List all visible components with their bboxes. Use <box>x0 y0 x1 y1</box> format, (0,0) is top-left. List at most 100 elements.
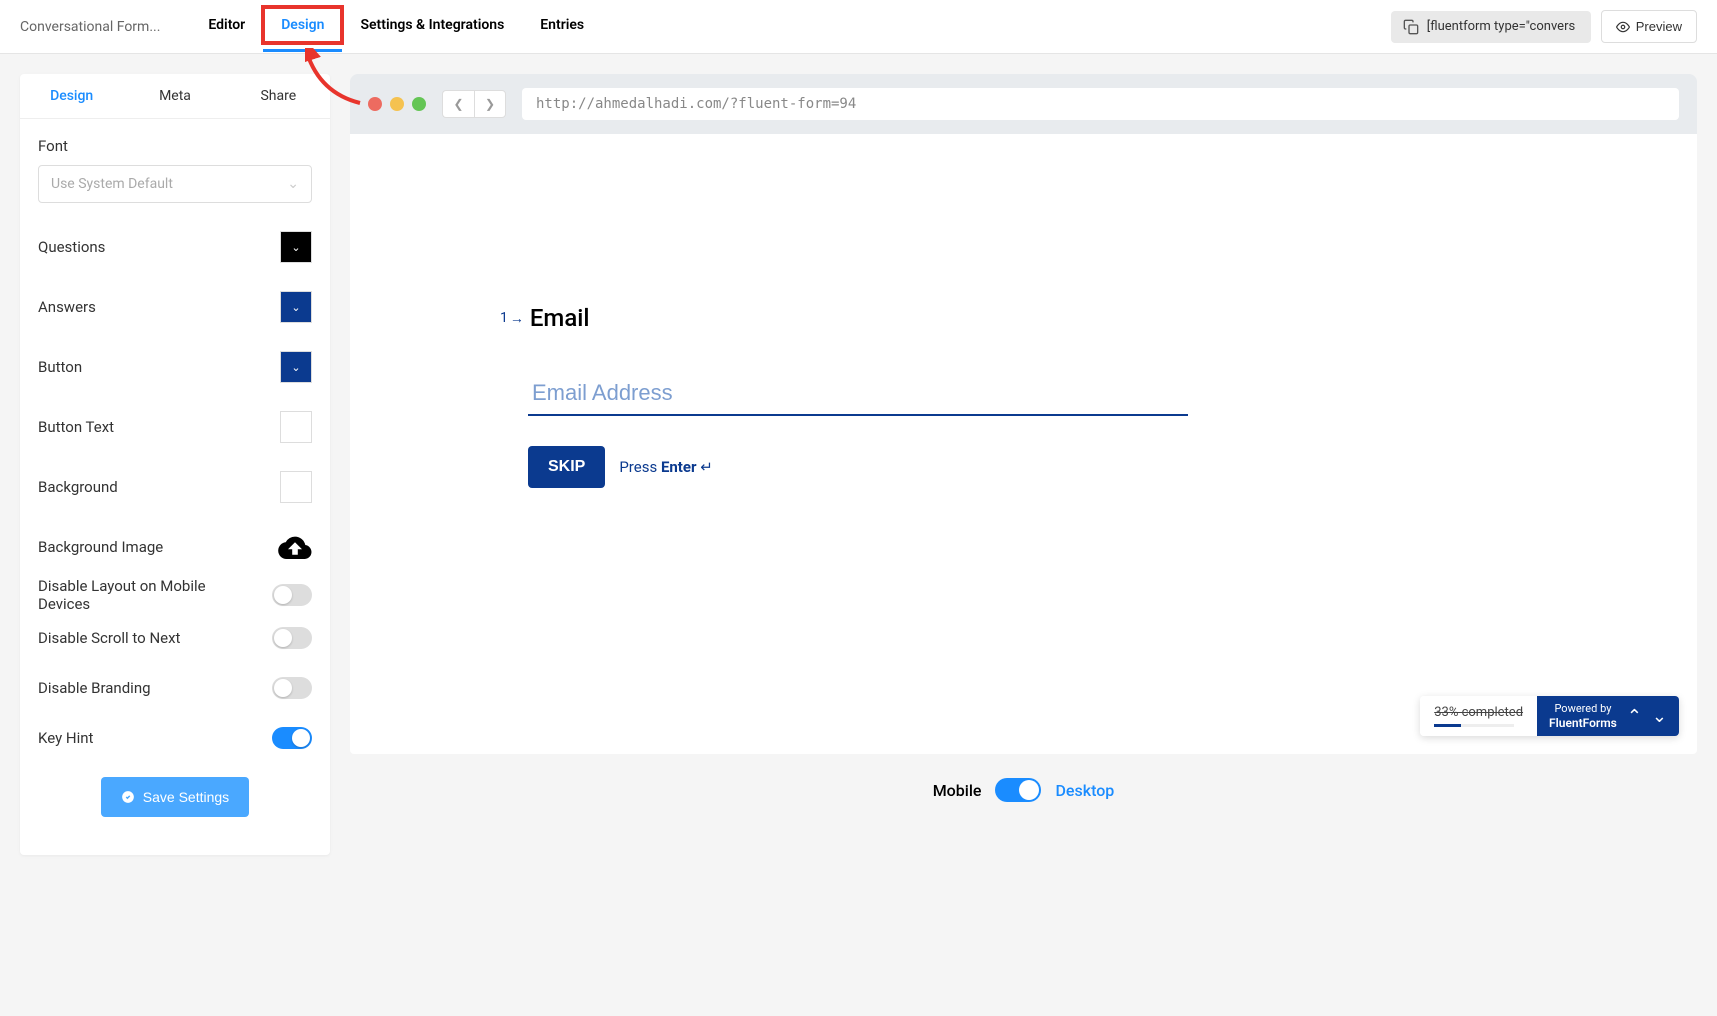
setting-button-text: Button Text <box>38 411 312 443</box>
arrow-right-icon: → <box>510 310 524 327</box>
traffic-light-green <box>412 97 426 111</box>
main-container: Design Meta Share Font Use System Defaul… <box>0 54 1717 875</box>
nav-tabs: Editor Design Settings & Integrations En… <box>190 1 1390 52</box>
save-button-label: Save Settings <box>143 789 229 805</box>
font-select-value: Use System Default <box>51 176 173 192</box>
background-image-label: Background Image <box>38 538 163 556</box>
tab-editor[interactable]: Editor <box>190 1 263 52</box>
next-question-button[interactable]: ⌄ <box>1652 706 1667 727</box>
save-settings-button[interactable]: Save Settings <box>101 777 249 817</box>
browser-chrome: ❮ ❯ http://ahmedalhadi.com/?fluent-form=… <box>350 74 1697 134</box>
question-label: Email <box>530 304 590 332</box>
progress-box: 33% completed <box>1420 696 1537 736</box>
setting-answers: Answers ⌄ <box>38 291 312 323</box>
tab-entries[interactable]: Entries <box>522 1 602 52</box>
tab-design[interactable]: Design <box>263 1 342 52</box>
top-navigation: Conversational Form... Editor Design Set… <box>0 0 1717 54</box>
copy-icon <box>1403 19 1419 35</box>
prev-question-button[interactable]: ⌃ <box>1627 706 1642 727</box>
button-label: Button <box>38 358 82 376</box>
disable-branding-toggle[interactable] <box>272 677 312 699</box>
device-switch: Mobile Desktop <box>350 754 1697 826</box>
questions-label: Questions <box>38 238 105 256</box>
setting-button: Button ⌄ <box>38 351 312 383</box>
setting-key-hint: Key Hint <box>38 727 312 749</box>
question-number: 1 <box>500 310 508 326</box>
url-bar: http://ahmedalhadi.com/?fluent-form=94 <box>522 88 1679 120</box>
enter-symbol-icon: ↵ <box>700 458 713 476</box>
disable-scroll-next-label: Disable Scroll to Next <box>38 629 180 647</box>
questions-color-swatch[interactable]: ⌄ <box>280 231 312 263</box>
preview-footer: 33% completed Powered by FluentForms ⌃ ⌄ <box>1420 696 1679 736</box>
device-toggle[interactable] <box>995 778 1041 802</box>
preview-body: 1 → Email SKIP Press Enter ↵ 33% complet… <box>350 134 1697 754</box>
powered-by-brand: FluentForms <box>1549 716 1617 730</box>
answers-label: Answers <box>38 298 96 316</box>
setting-questions: Questions ⌄ <box>38 231 312 263</box>
question-row: 1 → Email <box>500 304 1607 332</box>
tab-design-label: Design <box>281 17 324 33</box>
button-text-label: Button Text <box>38 418 114 436</box>
key-hint-toggle[interactable] <box>272 727 312 749</box>
progress-text: 33% completed <box>1434 705 1523 720</box>
eye-icon <box>1616 20 1630 34</box>
disable-layout-mobile-label: Disable Layout on Mobile Devices <box>38 577 218 613</box>
email-input[interactable] <box>528 372 1188 416</box>
sidebar-tab-meta[interactable]: Meta <box>123 74 226 118</box>
shortcode-display[interactable]: [fluentform type="convers <box>1391 11 1591 43</box>
skip-button[interactable]: SKIP <box>528 446 605 488</box>
answers-color-swatch[interactable]: ⌄ <box>280 291 312 323</box>
disable-scroll-next-toggle[interactable] <box>272 627 312 649</box>
top-right-controls: [fluentform type="convers Preview <box>1391 10 1697 43</box>
setting-background-image: Background Image <box>38 531 312 563</box>
disable-branding-label: Disable Branding <box>38 679 151 697</box>
device-desktop-label[interactable]: Desktop <box>1055 781 1114 800</box>
sidebar-content: Font Use System Default ⌄ Questions ⌄ An… <box>20 119 330 855</box>
powered-by-label: Powered by <box>1554 702 1611 715</box>
key-hint-label: Key Hint <box>38 729 93 747</box>
sidebar-tab-share[interactable]: Share <box>227 74 330 118</box>
chevron-down-icon: ⌄ <box>291 301 300 314</box>
preview-button[interactable]: Preview <box>1601 10 1697 43</box>
hint-key-word: Enter <box>661 458 697 476</box>
setting-background: Background <box>38 471 312 503</box>
shortcode-text: [fluentform type="convers <box>1427 19 1575 34</box>
hint-press-word: Press <box>619 458 657 476</box>
background-label: Background <box>38 478 118 496</box>
traffic-light-yellow <box>390 97 404 111</box>
powered-by-box: Powered by FluentForms ⌃ ⌄ <box>1537 696 1679 736</box>
chevron-down-icon: ⌄ <box>291 241 300 254</box>
form-title: Conversational Form... <box>20 19 160 35</box>
traffic-lights <box>368 97 426 111</box>
traffic-light-red <box>368 97 382 111</box>
sidebar-tab-design[interactable]: Design <box>20 74 123 118</box>
font-select[interactable]: Use System Default ⌄ <box>38 165 312 203</box>
browser-back-button[interactable]: ❮ <box>442 90 474 118</box>
chevron-down-icon: ⌄ <box>287 176 299 192</box>
cloud-upload-icon[interactable] <box>278 531 312 563</box>
powered-by-text: Powered by FluentForms <box>1549 702 1617 730</box>
preview-button-label: Preview <box>1636 19 1682 34</box>
setting-disable-branding: Disable Branding <box>38 677 312 699</box>
browser-nav-arrows: ❮ ❯ <box>442 90 506 118</box>
button-color-swatch[interactable]: ⌄ <box>280 351 312 383</box>
question-number-marker: 1 → <box>500 310 524 327</box>
sidebar-tabs: Design Meta Share <box>20 74 330 119</box>
setting-disable-layout-mobile: Disable Layout on Mobile Devices <box>38 577 312 613</box>
background-color-swatch[interactable] <box>280 471 312 503</box>
setting-disable-scroll-next: Disable Scroll to Next <box>38 627 312 649</box>
sidebar: Design Meta Share Font Use System Defaul… <box>20 74 330 855</box>
preview-area: ❮ ❯ http://ahmedalhadi.com/?fluent-form=… <box>350 74 1697 826</box>
progress-bar-fill <box>1434 724 1460 727</box>
device-mobile-label[interactable]: Mobile <box>933 781 982 800</box>
check-circle-icon <box>121 790 135 804</box>
tab-settings-integrations[interactable]: Settings & Integrations <box>342 1 522 52</box>
disable-layout-mobile-toggle[interactable] <box>272 584 312 606</box>
font-label: Font <box>38 137 312 155</box>
action-row: SKIP Press Enter ↵ <box>528 446 1607 488</box>
press-enter-hint: Press Enter ↵ <box>619 458 712 476</box>
browser-forward-button[interactable]: ❯ <box>474 90 506 118</box>
progress-bar <box>1434 724 1514 727</box>
chevron-down-icon: ⌄ <box>291 361 300 374</box>
button-text-color-swatch[interactable] <box>280 411 312 443</box>
